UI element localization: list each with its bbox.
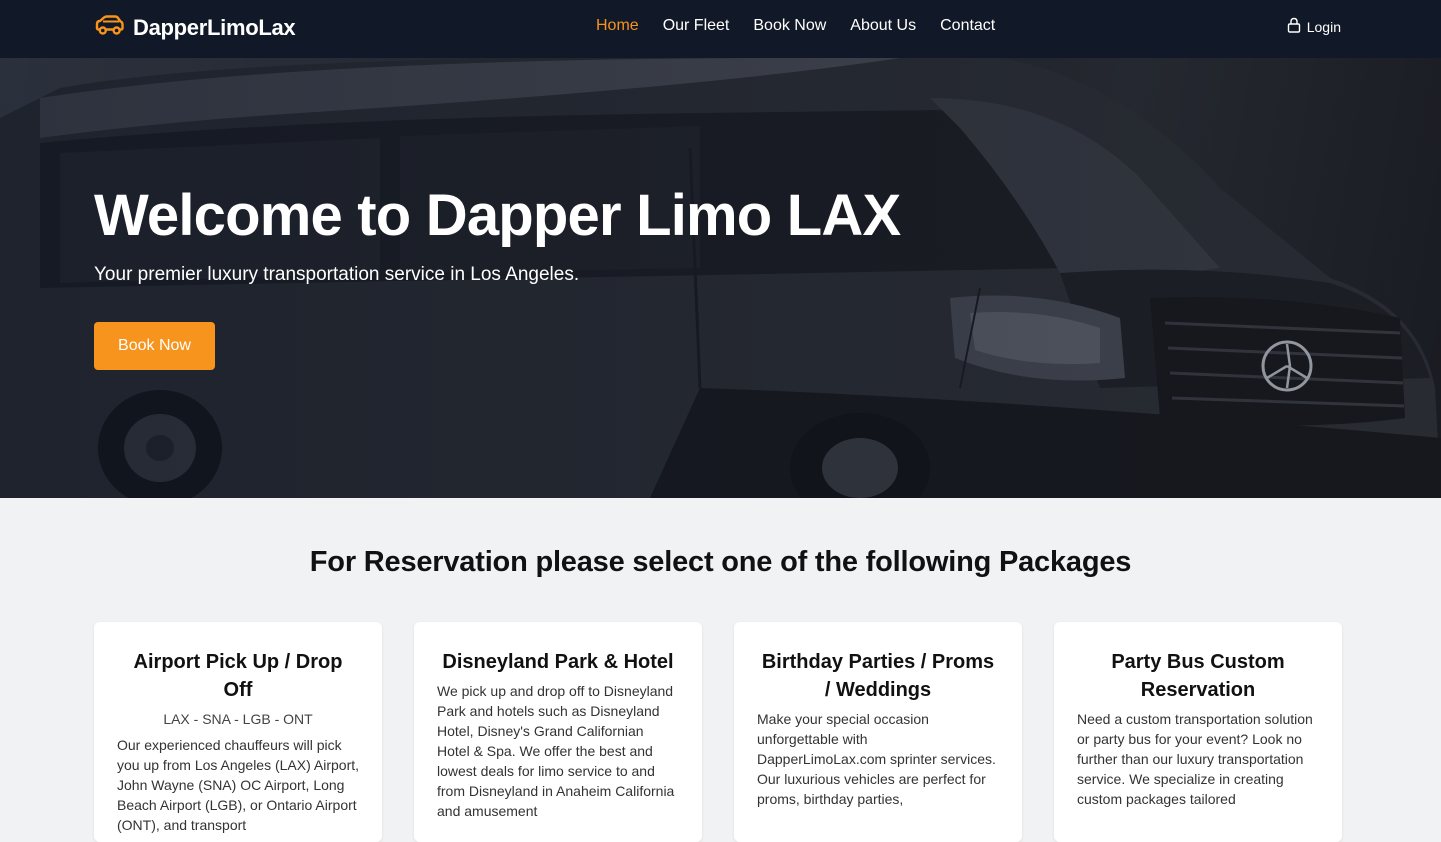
hero-title: Welcome to Dapper Limo LAX bbox=[94, 183, 901, 248]
nav-link-our-fleet[interactable]: Our Fleet bbox=[663, 17, 730, 35]
package-card-birthday-proms-weddings[interactable]: Birthday Parties / Proms / Weddings Make… bbox=[734, 622, 1022, 842]
package-card-description: Our experienced chauffeurs will pick you… bbox=[117, 737, 360, 833]
car-icon bbox=[94, 14, 125, 42]
package-card-title: Birthday Parties / Proms / Weddings bbox=[761, 651, 995, 701]
brand-name: DapperLimoLax bbox=[133, 15, 296, 40]
nav-link-about-us[interactable]: About Us bbox=[850, 17, 916, 35]
main-nav: Home Our Fleet Book Now About Us Contact bbox=[596, 17, 995, 35]
login-label: Login bbox=[1306, 18, 1341, 35]
hero-banner: Welcome to Dapper Limo LAX Your premier … bbox=[0, 58, 1441, 498]
package-card-disneyland[interactable]: Disneyland Park & Hotel We pick up and d… bbox=[414, 622, 702, 842]
package-card-description: Need a custom transportation solution or… bbox=[1077, 711, 1313, 807]
package-card-subtitle: LAX - SNA - LGB - ONT bbox=[163, 711, 313, 727]
package-card-description: Make your special occasion unforgettable… bbox=[757, 711, 996, 807]
package-card-airport[interactable]: Airport Pick Up / Drop Off LAX - SNA - L… bbox=[94, 622, 382, 842]
package-card-title: Party Bus Custom Reservation bbox=[1111, 651, 1285, 701]
package-card-title: Airport Pick Up / Drop Off bbox=[133, 651, 343, 701]
package-card-title: Disneyland Park & Hotel bbox=[442, 651, 674, 673]
nav-link-home[interactable]: Home bbox=[596, 17, 639, 35]
brand-logo-link[interactable]: DapperLimoLax bbox=[94, 14, 296, 42]
hero-subtitle: Your premier luxury transportation servi… bbox=[94, 264, 580, 285]
nav-link-book-now[interactable]: Book Now bbox=[753, 17, 826, 35]
top-navbar: DapperLimoLax Home Our Fleet Book Now Ab… bbox=[0, 0, 1441, 58]
package-card-description: We pick up and drop off to Disneyland Pa… bbox=[437, 683, 675, 819]
packages-heading: For Reservation please select one of the… bbox=[309, 546, 1132, 578]
hero-book-now-button[interactable]: Book Now bbox=[94, 322, 215, 370]
lock-icon bbox=[1287, 17, 1301, 36]
nav-link-contact[interactable]: Contact bbox=[940, 17, 995, 35]
package-card-party-bus[interactable]: Party Bus Custom Reservation Need a cust… bbox=[1054, 622, 1342, 842]
login-link[interactable]: Login bbox=[1287, 17, 1341, 36]
